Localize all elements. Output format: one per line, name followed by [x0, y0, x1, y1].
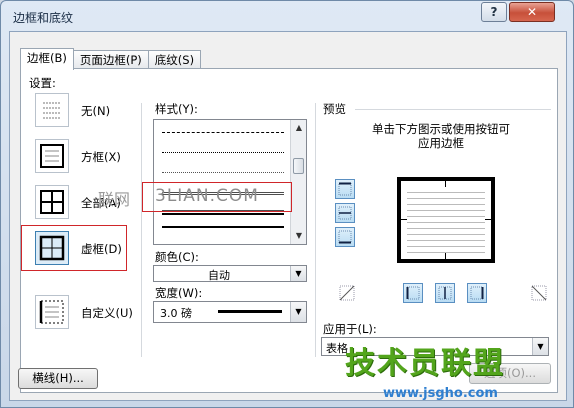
diagonal-down-border-button[interactable]	[529, 283, 549, 303]
dialog-title: 边框和底纹	[13, 11, 74, 25]
setting-custom-button[interactable]	[35, 295, 69, 329]
inside-horizontal-border-button[interactable]	[335, 203, 355, 223]
scroll-down-icon[interactable]: ▼	[292, 229, 306, 243]
help-button[interactable]: ?	[481, 2, 507, 22]
color-label: 颜色(C):	[155, 250, 199, 264]
top-border-button[interactable]	[335, 179, 355, 199]
left-border-icon	[406, 286, 420, 300]
line-style-dashed[interactable]	[162, 132, 284, 133]
all-borders-icon	[40, 190, 64, 214]
no-border-icon	[43, 102, 61, 119]
setting-none-button[interactable]	[35, 93, 69, 127]
inside-vertical-border-icon	[438, 286, 452, 300]
border-preview[interactable]	[397, 177, 495, 263]
left-border-button[interactable]	[403, 283, 423, 303]
apply-to-label: 应用于(L):	[323, 322, 377, 336]
diagonal-up-border-button[interactable]	[337, 283, 357, 303]
chevron-down-icon[interactable]: ▼	[290, 302, 306, 322]
inside-vertical-border-button[interactable]	[435, 283, 455, 303]
preview-text-lines	[407, 187, 485, 253]
line-style-dash-dot[interactable]	[162, 152, 284, 153]
diagonal-up-icon	[339, 285, 355, 301]
site-url: www.jsgho.com	[383, 386, 498, 401]
tab-page-border[interactable]: 页面边框(P)	[72, 50, 149, 70]
right-border-button[interactable]	[467, 283, 487, 303]
bottom-border-icon	[338, 230, 352, 244]
preview-label: 预览	[323, 102, 346, 116]
setting-all-button[interactable]	[35, 185, 69, 219]
tab-borders[interactable]: 边框(B)	[20, 48, 74, 70]
preview-group-line	[355, 109, 551, 110]
width-value: 3.0 磅	[160, 307, 192, 320]
setting-box-button[interactable]	[35, 139, 69, 173]
grid-border-icon	[39, 235, 65, 261]
watermark-cn: 联网	[98, 190, 131, 209]
setting-grid-button[interactable]	[35, 231, 69, 265]
width-dropdown[interactable]: 3.0 磅 ▼	[153, 301, 307, 323]
color-dropdown[interactable]: 自动 ▼	[153, 265, 307, 282]
chevron-down-icon[interactable]: ▼	[532, 338, 548, 355]
style-scrollbar[interactable]: ▲ ▼	[290, 120, 306, 244]
watermark-en: 3LIAN.COM	[155, 186, 259, 206]
horizontal-line-button[interactable]: 横线(H)...	[18, 368, 98, 389]
setting-grid-label: 虚框(D)	[81, 242, 122, 256]
setting-none-label: 无(N)	[81, 104, 111, 118]
width-line-sample	[218, 310, 282, 313]
scroll-up-icon[interactable]: ▲	[292, 121, 306, 135]
watermark-box: 3LIAN.COM	[142, 182, 292, 212]
line-style-dash-dot-dot[interactable]	[162, 172, 284, 173]
settings-group-label: 设置:	[29, 76, 56, 90]
bottom-border-button[interactable]	[335, 227, 355, 247]
separator-right	[315, 103, 316, 357]
top-border-icon	[338, 182, 352, 196]
chevron-down-icon[interactable]: ▼	[290, 266, 306, 281]
right-border-icon	[470, 286, 484, 300]
title-bar[interactable]: 边框和底纹 ? ✕	[1, 1, 573, 31]
site-logo: 技术员联盟	[345, 346, 505, 381]
setting-box-label: 方框(X)	[81, 150, 121, 164]
separator-left	[141, 103, 142, 357]
custom-border-icon	[39, 300, 64, 324]
preview-instruction-2: 应用边框	[418, 136, 464, 150]
diagonal-down-icon	[531, 285, 547, 301]
width-label: 宽度(W):	[155, 286, 203, 300]
line-style-thick[interactable]	[162, 226, 284, 228]
inside-horizontal-border-icon	[338, 206, 352, 220]
color-value: 自动	[208, 269, 230, 282]
style-label: 样式(Y):	[155, 102, 198, 116]
setting-custom-label: 自定义(U)	[81, 306, 133, 320]
tab-strip: 边框(B) 页面边框(P) 底纹(S)	[20, 48, 202, 70]
scroll-thumb[interactable]	[293, 158, 304, 174]
close-button[interactable]: ✕	[509, 2, 555, 22]
tab-shading[interactable]: 底纹(S)	[147, 50, 202, 70]
box-border-icon	[40, 144, 64, 168]
